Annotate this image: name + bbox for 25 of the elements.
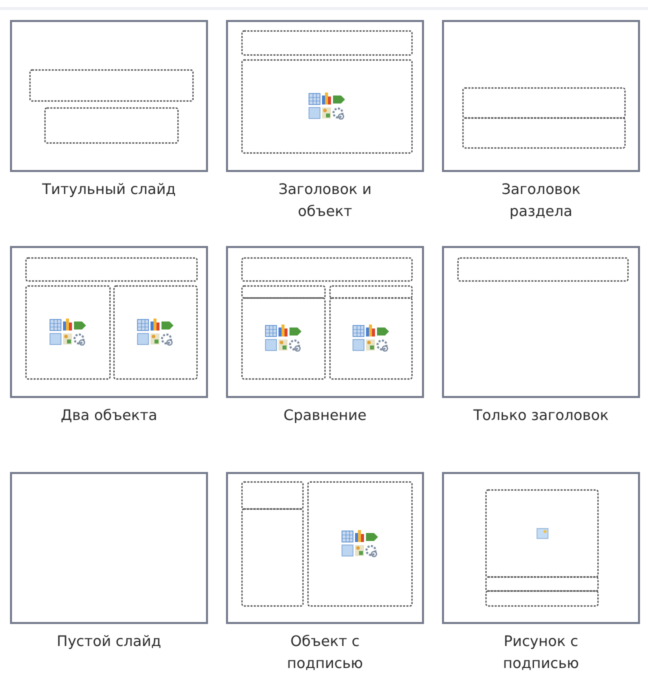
layout-thumbnail[interactable] [226,246,424,398]
layout-thumbnail[interactable] [10,246,208,398]
content-icons-drawing [308,92,345,120]
layout-label: Объект с подписью [286,633,364,674]
content-icons-drawing [137,318,174,346]
picture-icon [536,528,548,539]
layout-thumbnail[interactable] [10,472,208,624]
layout-thumbnail[interactable] [442,246,640,398]
content-icons-drawing [265,324,302,352]
content-icons-drawing [342,530,378,558]
layout-label: Пустой слайд [56,633,162,652]
layout-label: Рисунок с подписью [502,633,580,674]
layout-label: Два объекта [60,407,158,426]
content-icons-drawing [352,324,389,352]
layout-label: Титульный слайд [41,181,177,200]
layout-thumbnail[interactable] [226,472,424,624]
layout-label: Заголовок и объект [277,181,373,222]
layout-thumbnail[interactable] [442,20,640,172]
layout-thumbnail[interactable] [226,20,424,172]
layout-thumbnail[interactable] [10,20,208,172]
layout-label: Только заголовок [472,407,610,426]
layout-label: Сравнение [282,407,368,426]
content-icons-drawing [50,318,86,346]
layout-label: Заголовок раздела [500,181,582,222]
layout-thumbnail[interactable] [442,472,640,624]
